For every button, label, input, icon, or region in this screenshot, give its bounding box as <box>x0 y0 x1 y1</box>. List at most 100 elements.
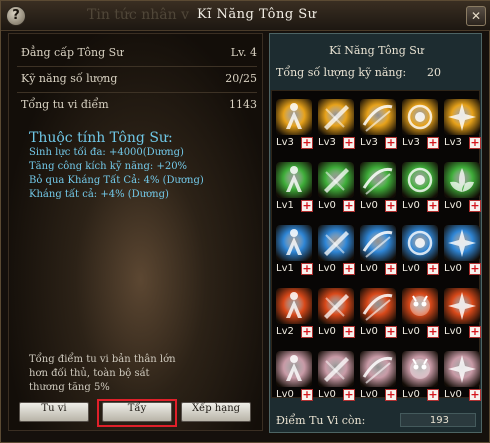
skill-slot[interactable]: Lv0 + <box>318 162 356 217</box>
skill-window: ? Tin tức nhân v Kĩ Năng Tông Sư ✕ Đẳng … <box>0 0 490 443</box>
red-blade-icon[interactable] <box>318 288 354 324</box>
skill-upgrade-plus-icon[interactable]: + <box>469 137 481 149</box>
skill-level-label: Lv3 <box>444 137 462 148</box>
red-figure-icon[interactable] <box>276 288 312 324</box>
golden-burst-icon[interactable] <box>444 99 480 135</box>
pink-slash-icon[interactable] <box>360 351 396 387</box>
skill-upgrade-plus-icon[interactable]: + <box>427 137 439 149</box>
skill-level-label: Lv0 <box>444 263 462 274</box>
skill-level-label: Lv0 <box>360 200 378 211</box>
green-blade-icon[interactable] <box>318 162 354 198</box>
golden-blade-icon[interactable] <box>318 99 354 135</box>
skill-slot[interactable]: Lv0 + <box>402 162 440 217</box>
skill-slot[interactable]: Lv3 + <box>360 99 398 154</box>
skill-upgrade-plus-icon[interactable]: + <box>385 263 397 275</box>
green-slash-icon[interactable] <box>360 162 396 198</box>
skill-slot[interactable]: Lv0 + <box>402 225 440 280</box>
skill-upgrade-plus-icon[interactable]: + <box>469 263 481 275</box>
blue-blade-icon[interactable] <box>318 225 354 261</box>
skill-slot[interactable]: Lv0 + <box>276 351 314 406</box>
blue-slash-icon[interactable] <box>360 225 396 261</box>
green-lotus-icon[interactable] <box>444 162 480 198</box>
skill-upgrade-plus-icon[interactable]: + <box>301 200 313 212</box>
skill-slot[interactable]: Lv1 + <box>276 225 314 280</box>
skill-upgrade-plus-icon[interactable]: + <box>343 326 355 338</box>
skill-upgrade-plus-icon[interactable]: + <box>343 200 355 212</box>
skill-slot[interactable]: Lv3 + <box>276 99 314 154</box>
stat-label: Kỹ năng số lượng <box>21 72 118 85</box>
skill-slot[interactable]: Lv1 + <box>276 162 314 217</box>
skill-upgrade-plus-icon[interactable]: + <box>301 263 313 275</box>
green-figure-icon[interactable] <box>276 162 312 198</box>
skill-slot[interactable]: Lv0 + <box>444 225 482 280</box>
skill-upgrade-plus-icon[interactable]: + <box>301 326 313 338</box>
green-spiral-icon[interactable] <box>402 162 438 198</box>
skill-slot[interactable]: Lv0 + <box>444 288 482 343</box>
red-burst-icon[interactable] <box>444 288 480 324</box>
golden-slash-icon[interactable] <box>360 99 396 135</box>
stat-skill-count: Kỹ năng số lượng 20/25 <box>21 72 257 88</box>
skill-upgrade-plus-icon[interactable]: + <box>385 137 397 149</box>
help-button[interactable]: ? <box>6 6 26 26</box>
skill-slot[interactable]: Lv0 + <box>360 351 398 406</box>
skill-upgrade-plus-icon[interactable]: + <box>427 389 439 401</box>
skill-slot[interactable]: Lv2 + <box>276 288 314 343</box>
skill-slot[interactable]: Lv0 + <box>360 225 398 280</box>
description-line: Tổng điểm tu vi bản thân lớn <box>29 354 176 365</box>
skill-slot[interactable]: Lv3 + <box>444 99 482 154</box>
skill-upgrade-plus-icon[interactable]: + <box>427 326 439 338</box>
red-slash-icon[interactable] <box>360 288 396 324</box>
skill-slot[interactable]: Lv0 + <box>402 351 440 406</box>
skill-level-label: Lv1 <box>276 200 294 211</box>
description-line: thương tăng 5% <box>29 382 110 393</box>
reset-button[interactable]: Tẩy <box>102 402 172 422</box>
blue-burst-icon[interactable] <box>444 225 480 261</box>
skill-slot[interactable]: Lv0 + <box>318 351 356 406</box>
skill-upgrade-plus-icon[interactable]: + <box>343 389 355 401</box>
skill-slot[interactable]: Lv0 + <box>402 288 440 343</box>
pink-demon-icon[interactable] <box>402 351 438 387</box>
skill-upgrade-plus-icon[interactable]: + <box>301 137 313 149</box>
tu-vi-button[interactable]: Tu vi <box>19 402 89 422</box>
skill-level-label: Lv0 <box>360 263 378 274</box>
skill-upgrade-plus-icon[interactable]: + <box>385 389 397 401</box>
stat-label: Tổng tu vi điểm <box>21 98 109 111</box>
skill-upgrade-plus-icon[interactable]: + <box>385 200 397 212</box>
skill-upgrade-plus-icon[interactable]: + <box>469 200 481 212</box>
golden-figure-icon[interactable] <box>276 99 312 135</box>
pink-figure-icon[interactable] <box>276 351 312 387</box>
skill-level-label: Lv0 <box>360 326 378 337</box>
skill-upgrade-plus-icon[interactable]: + <box>469 326 481 338</box>
skill-slot[interactable]: Lv0 + <box>318 288 356 343</box>
skill-upgrade-plus-icon[interactable]: + <box>301 389 313 401</box>
master-info-panel: Đẳng cấp Tông Sư Lv. 4 Kỹ năng số lượng … <box>8 33 263 431</box>
pink-burst-icon[interactable] <box>444 351 480 387</box>
skill-level-label: Lv0 <box>402 263 420 274</box>
skill-slot[interactable]: Lv0 + <box>360 162 398 217</box>
ranking-button[interactable]: Xếp hạng <box>181 402 251 422</box>
blue-figure-icon[interactable] <box>276 225 312 261</box>
skill-upgrade-plus-icon[interactable]: + <box>469 389 481 401</box>
pink-blade-icon[interactable] <box>318 351 354 387</box>
skill-slot[interactable]: Lv0 + <box>318 225 356 280</box>
red-demon-icon[interactable] <box>402 288 438 324</box>
skill-slot[interactable]: Lv3 + <box>402 99 440 154</box>
skill-upgrade-plus-icon[interactable]: + <box>343 137 355 149</box>
close-button[interactable]: ✕ <box>466 6 486 26</box>
skill-level-label: Lv0 <box>318 263 336 274</box>
skill-upgrade-plus-icon[interactable]: + <box>427 263 439 275</box>
skill-slot[interactable]: Lv0 + <box>360 288 398 343</box>
points-remaining-value: 193 <box>429 415 449 426</box>
divider <box>17 66 257 67</box>
blue-spiral-icon[interactable] <box>402 225 438 261</box>
skill-level-label: Lv0 <box>444 326 462 337</box>
skill-level-label: Lv0 <box>318 326 336 337</box>
skill-upgrade-plus-icon[interactable]: + <box>427 200 439 212</box>
skill-slot[interactable]: Lv0 + <box>444 351 482 406</box>
skill-upgrade-plus-icon[interactable]: + <box>343 263 355 275</box>
skill-upgrade-plus-icon[interactable]: + <box>385 326 397 338</box>
skill-slot[interactable]: Lv0 + <box>444 162 482 217</box>
golden-spiral-icon[interactable] <box>402 99 438 135</box>
skill-level-label: Lv0 <box>402 326 420 337</box>
skill-slot[interactable]: Lv3 + <box>318 99 356 154</box>
